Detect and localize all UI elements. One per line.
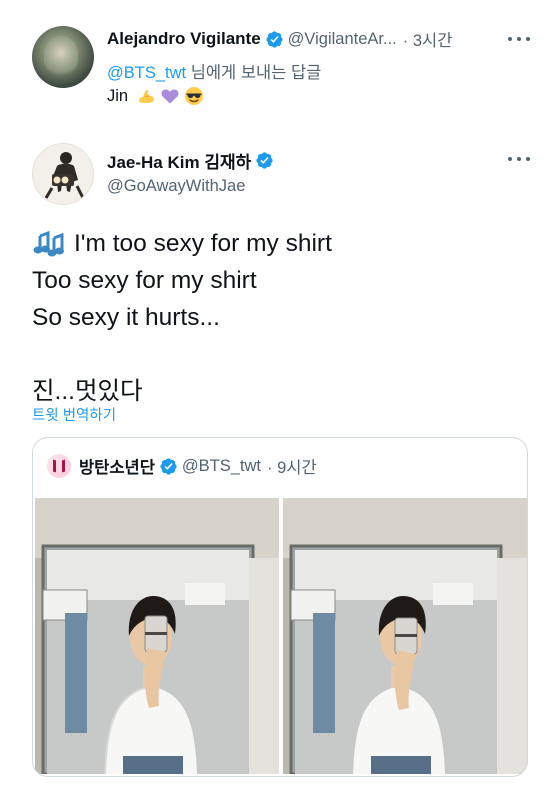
author-line: Jae-Ha Kim 김재하 [107, 148, 278, 172]
replying-mention-link[interactable]: @BTS_twt [107, 64, 186, 82]
tweet-line: I'm too sexy for my shirt [74, 230, 332, 257]
author-name[interactable]: Alejandro Vigilante [107, 29, 261, 49]
person-silhouette-icon [44, 152, 85, 199]
tweet-time[interactable]: · 3시간 [403, 27, 453, 51]
more-options-icon[interactable] [508, 37, 530, 43]
main-tweet[interactable]: Jae-Ha Kim 김재하 @GoAwayWithJae I'm too se… [0, 125, 560, 798]
verified-badge-icon [160, 457, 177, 475]
tweet-text: I'm too sexy for my shirt Too sexy for m… [32, 225, 532, 410]
author-handle[interactable]: @VigilanteAr... [288, 30, 397, 49]
musical-notes-emoji-icon [33, 230, 64, 256]
author-line: Alejandro Vigilante @VigilanteAr... · 3시… [107, 28, 452, 50]
purple-heart-emoji-icon [161, 89, 179, 104]
avatar[interactable] [47, 454, 71, 478]
author-name[interactable]: Jae-Ha Kim 김재하 [107, 148, 251, 173]
mirror-selfie-photo-1[interactable] [35, 498, 279, 774]
quoted-tweet-time[interactable]: · 9시간 [267, 454, 317, 478]
sunglasses-face-emoji-icon [185, 87, 204, 105]
translate-tweet-link[interactable]: 트윗 번역하기 [32, 404, 116, 425]
verified-badge-icon [266, 30, 283, 48]
quoted-tweet[interactable]: 방탄소년단 @BTS_twt · 9시간 [32, 437, 528, 777]
reply-tweet[interactable]: Alejandro Vigilante @VigilanteAr... · 3시… [0, 0, 560, 125]
avatar[interactable] [32, 26, 94, 88]
flexed-biceps-emoji-icon [139, 90, 155, 103]
replying-suffix: 님에게 보내는 답글 [186, 64, 322, 82]
reply-text: Jin [107, 86, 204, 106]
replying-to: @BTS_twt 님에게 보내는 답글 [107, 59, 321, 83]
quoted-author-name[interactable]: 방탄소년단 [79, 454, 155, 478]
more-options-icon[interactable] [508, 157, 530, 163]
quoted-tweet-header: 방탄소년단 @BTS_twt · 9시간 [47, 454, 317, 478]
mirror-selfie-photo-2[interactable] [283, 498, 527, 774]
tweet-line: So sexy it hurts... [32, 304, 220, 331]
tweet-line: Too sexy for my shirt [32, 267, 257, 294]
author-handle[interactable]: @GoAwayWithJae [107, 177, 245, 196]
quoted-author-handle[interactable]: @BTS_twt [182, 457, 261, 476]
reply-text-content: Jin [107, 86, 129, 105]
avatar[interactable] [32, 143, 94, 205]
verified-badge-icon [256, 151, 273, 169]
